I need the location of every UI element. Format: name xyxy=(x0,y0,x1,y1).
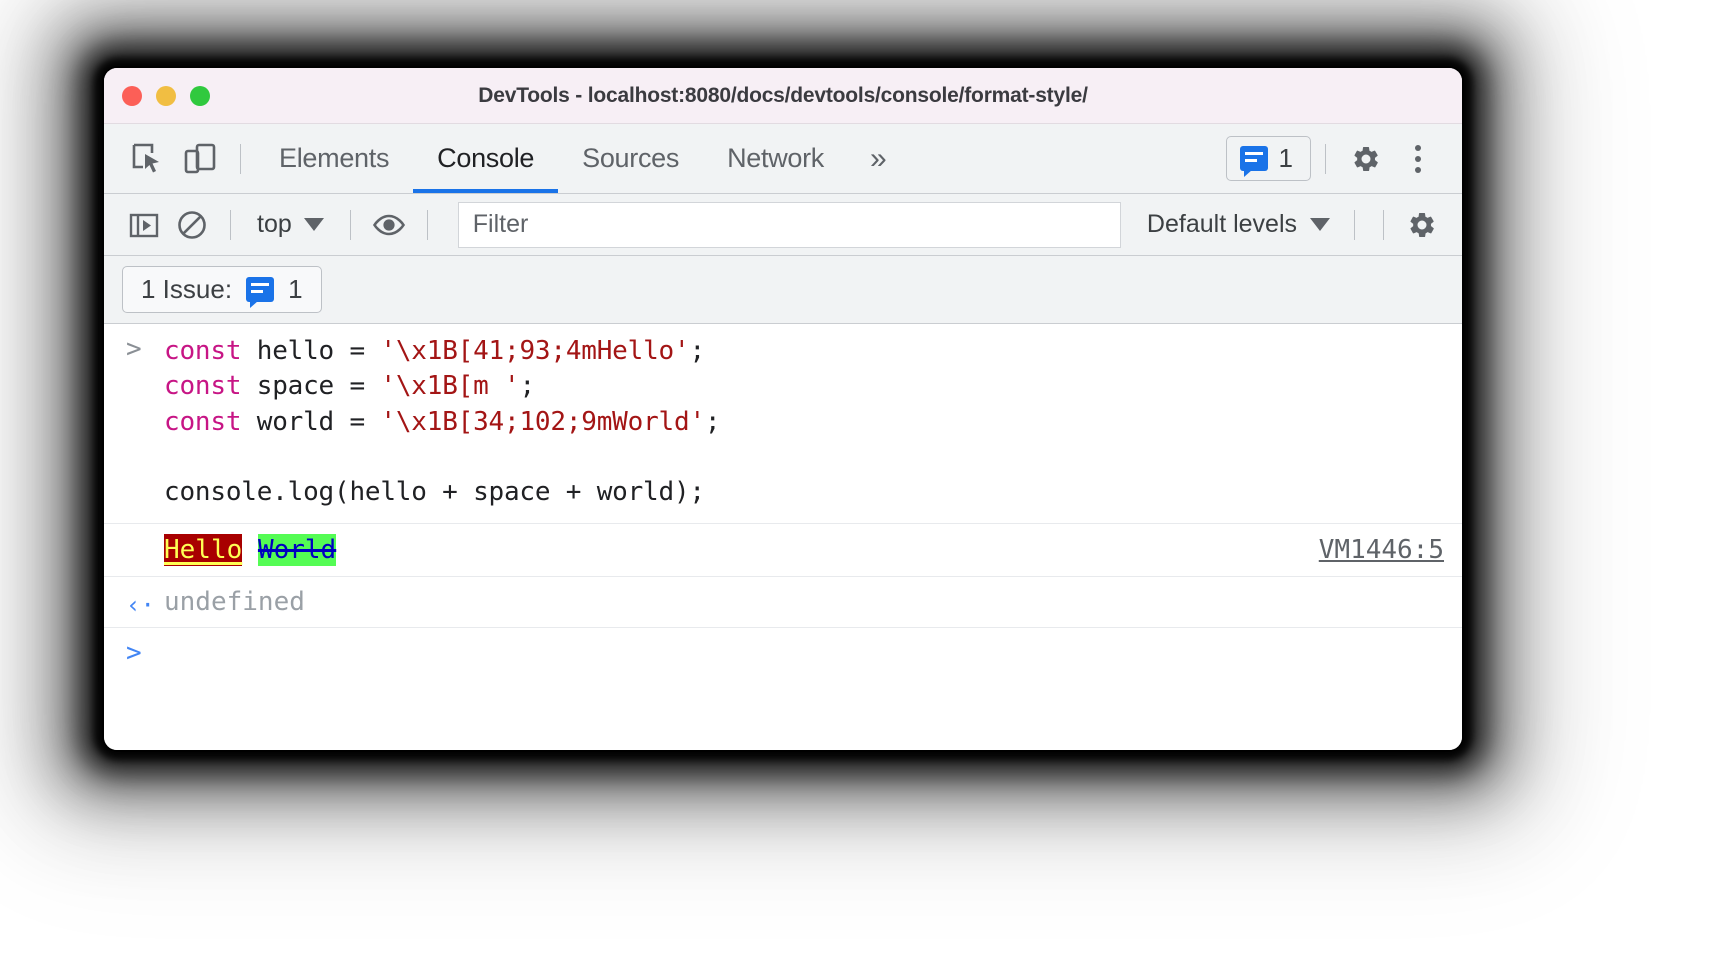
execution-context-value: top xyxy=(257,210,292,239)
console-source-link[interactable]: VM1446:5 xyxy=(1319,535,1444,565)
console-toolbar-divider-1 xyxy=(230,210,231,240)
console-message-list[interactable]: > const hello = '\x1B[41;93;4mHello';con… xyxy=(104,324,1462,750)
kebab-menu-icon-dot3 xyxy=(1415,167,1421,173)
tab-sources-label: Sources xyxy=(582,143,679,174)
panel-tabs: Elements Console Sources Network » xyxy=(255,124,909,193)
console-settings-gear-icon xyxy=(1407,210,1437,240)
issues-bubble-icon xyxy=(246,277,274,302)
ansi-hello-text: Hello xyxy=(164,534,242,566)
log-level-value: Default levels xyxy=(1147,210,1297,239)
chevron-down-icon xyxy=(304,218,324,231)
device-toolbar-icon xyxy=(183,142,217,176)
ansi-world-text: World xyxy=(258,534,336,566)
console-toolbar-divider-4 xyxy=(1354,210,1355,240)
device-toolbar-button[interactable] xyxy=(174,133,226,185)
console-input-entry: > const hello = '\x1B[41;93;4mHello';con… xyxy=(104,324,1462,524)
screenshot-root: DevTools - localhost:8080/docs/devtools/… xyxy=(0,0,1722,974)
tab-bar-actions: 1 xyxy=(1226,133,1462,185)
console-sidebar-icon xyxy=(128,209,160,241)
more-tabs-button[interactable]: » xyxy=(848,144,909,174)
devtools-main-menu-button[interactable] xyxy=(1392,133,1444,185)
kebab-menu-icon xyxy=(1415,145,1421,151)
issues-summary-label: 1 Issue: xyxy=(141,274,232,305)
console-settings-button[interactable] xyxy=(1398,201,1446,249)
console-toolbar-divider-5 xyxy=(1383,210,1384,240)
console-toolbar-divider-2 xyxy=(350,210,351,240)
console-prompt-icon: > xyxy=(126,638,142,668)
code-line-1: const hello = '\x1B[41;93;4mHello'; xyxy=(164,334,1444,369)
toolbar-divider xyxy=(240,144,241,174)
devtools-tab-bar: Elements Console Sources Network » xyxy=(104,124,1462,194)
tab-console[interactable]: Console xyxy=(413,124,558,193)
tab-network[interactable]: Network xyxy=(703,124,848,193)
title-bar: DevTools - localhost:8080/docs/devtools/… xyxy=(104,68,1462,124)
maximize-window-button[interactable] xyxy=(190,86,210,106)
issues-bar: 1 Issue: 1 xyxy=(104,256,1462,324)
code-line-3: const world = '\x1B[34;102;9mWorld'; xyxy=(164,405,1444,440)
execution-context-selector[interactable]: top xyxy=(245,210,336,239)
console-sidebar-toggle-button[interactable] xyxy=(120,201,168,249)
console-toolbar: top Filter Default levels xyxy=(104,194,1462,256)
tab-network-label: Network xyxy=(727,143,824,174)
live-expression-button[interactable] xyxy=(365,201,413,249)
devtools-window: DevTools - localhost:8080/docs/devtools/… xyxy=(104,68,1462,750)
console-return-value: undefined xyxy=(164,587,305,617)
kebab-menu-icon-dot2 xyxy=(1415,156,1421,162)
log-level-selector[interactable]: Default levels xyxy=(1137,210,1340,239)
tab-sources[interactable]: Sources xyxy=(558,124,703,193)
issues-badge-count: 1 xyxy=(1279,143,1293,174)
code-line-2: const space = '\x1B[m '; xyxy=(164,369,1444,404)
console-return-row: ‹· undefined xyxy=(104,577,1462,628)
tab-console-label: Console xyxy=(437,143,534,174)
live-expression-icon xyxy=(372,209,406,241)
window-title: DevTools - localhost:8080/docs/devtools/… xyxy=(104,84,1462,108)
console-prompt-row[interactable]: > xyxy=(104,628,1462,674)
issues-bubble-icon xyxy=(1240,146,1268,171)
inspect-element-icon xyxy=(131,142,165,176)
return-value-arrow-icon: ‹· xyxy=(126,589,155,621)
actions-divider xyxy=(1325,144,1326,174)
input-prompt-icon: > xyxy=(126,332,142,367)
console-output-row: Hello World VM1446:5 xyxy=(104,524,1462,577)
code-line-5: console.log(hello + space + world); xyxy=(164,475,1444,510)
clear-console-icon xyxy=(176,209,208,241)
console-filter-placeholder: Filter xyxy=(473,210,529,239)
gear-icon xyxy=(1351,144,1381,174)
close-window-button[interactable] xyxy=(122,86,142,106)
issues-summary-count: 1 xyxy=(288,274,302,305)
inspect-element-button[interactable] xyxy=(122,133,174,185)
console-toolbar-divider-3 xyxy=(427,210,428,240)
minimize-window-button[interactable] xyxy=(156,86,176,106)
console-filter-input[interactable]: Filter xyxy=(458,202,1121,248)
tab-elements-label: Elements xyxy=(279,143,389,174)
chevron-down-icon xyxy=(1310,218,1330,231)
tab-elements[interactable]: Elements xyxy=(255,124,413,193)
traffic-lights xyxy=(122,86,210,106)
ansi-separator xyxy=(242,535,258,565)
issues-summary-button[interactable]: 1 Issue: 1 xyxy=(122,266,322,313)
code-line-4 xyxy=(164,440,1444,475)
devtools-settings-button[interactable] xyxy=(1340,133,1392,185)
issues-badge-button[interactable]: 1 xyxy=(1226,136,1311,181)
clear-console-button[interactable] xyxy=(168,201,216,249)
